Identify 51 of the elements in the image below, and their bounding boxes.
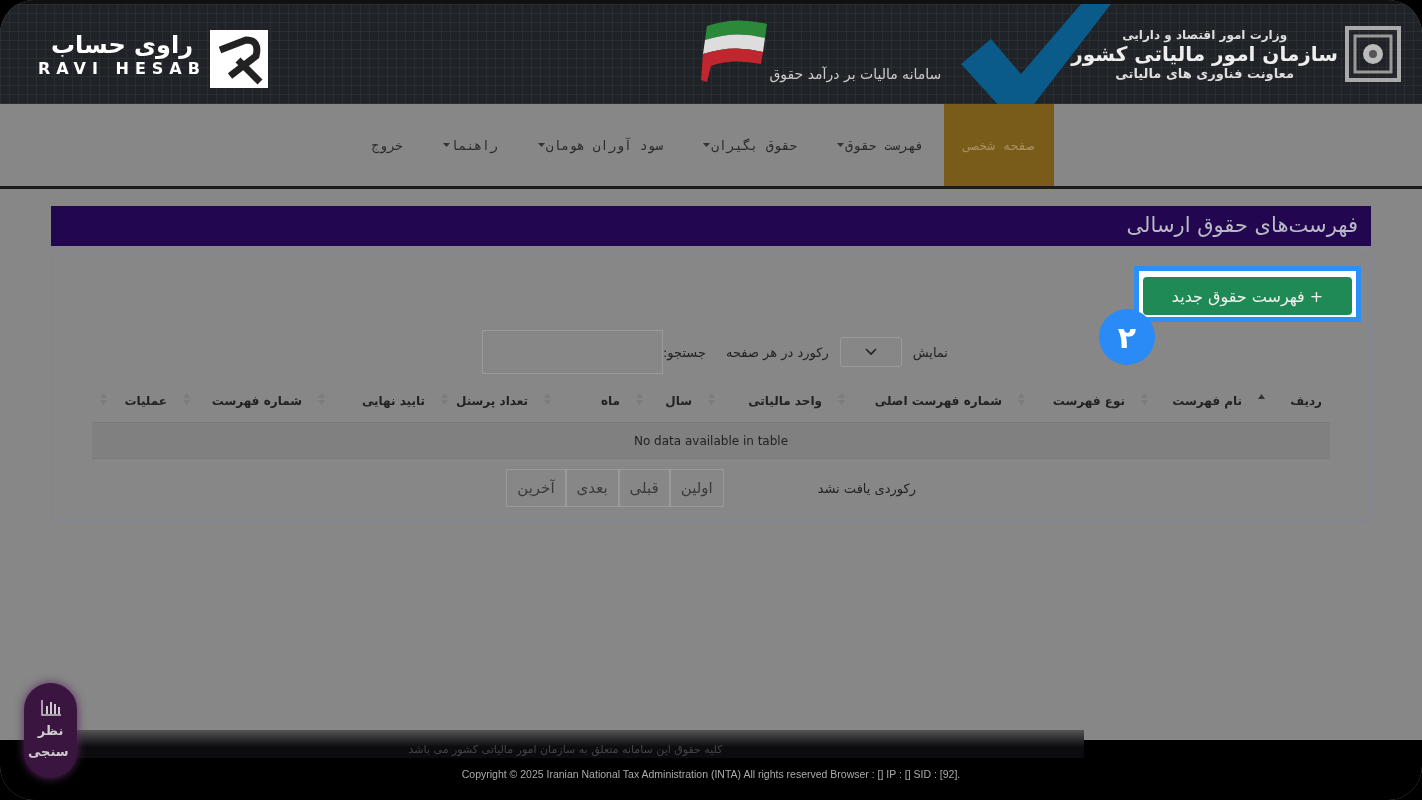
column-label: عملیات [124,394,167,408]
column-label: واحد مالیاتی [748,394,822,408]
column-label: ردیف [1290,394,1322,408]
chevron-down-icon [864,348,877,356]
records-info: رکوردی یافت نشد [817,480,916,496]
copyright-text: Copyright © 2025 Iranian National Tax Administration (INTA) All rights reserved Browser : [] IP : [] SID : [92]. [461,768,961,780]
search-label: جستجو: [662,344,706,360]
label: نمایش [912,344,948,360]
column-header[interactable]: ماه [536,380,628,422]
page-button[interactable]: قبلی [618,469,670,507]
step-badge: ۲ [1099,309,1155,365]
column-label: نوع فهرست [1052,394,1125,408]
column-header[interactable]: نوع فهرست [1010,380,1133,422]
ministry-name: وزارت امور اقتصاد و دارایی [1122,27,1288,42]
column-label: سال [665,394,692,408]
column-label: نام فهرست [1172,394,1242,408]
deputy-name: معاونت فناوری های مالیاتی [1115,65,1294,81]
column-label: شماره فهرست [211,394,302,408]
empty-message: No data available in table [633,433,789,448]
nav-item[interactable]: خروج [351,104,423,186]
nav-item[interactable]: سود آوران هومان [517,104,684,186]
page-button[interactable]: اولین [669,469,724,507]
logo-icon [209,30,268,88]
column-header[interactable]: شماره فهرست اصلی [830,380,1010,422]
brand-logo-text: راوی حساب [50,30,194,59]
column-label: شماره فهرست اصلی [874,394,1002,408]
column-label: تایید نهایی [361,394,425,408]
column-header[interactable]: واحد مالیاتی [700,380,830,422]
survey-button[interactable]: نظر سنجی [24,683,77,778]
column-header[interactable]: نام فهرست [1133,380,1250,422]
system-title: سامانه مالیات بر درآمد حقوق [769,66,942,82]
column-header[interactable]: شماره فهرست [175,380,310,422]
column-header[interactable]: تایید نهایی [310,380,433,422]
column-header[interactable]: عملیات [92,380,175,422]
page-length-select[interactable] [839,337,902,367]
new-list-button[interactable]: + فهرست حقوق جدید [1143,277,1352,315]
emblem-icon [1344,25,1402,83]
nav-item[interactable]: فهرست حقوق [817,104,944,186]
column-header[interactable]: سال [628,380,700,422]
nav-item[interactable]: راهنما [422,104,518,186]
bar-chart-icon [40,699,61,716]
column-label: تعداد پرسنل [455,394,528,408]
brand-name: RAVI HESAB [38,58,206,78]
label: رکورد در هر صفحه [726,344,829,360]
column-header[interactable]: تعداد پرسنل [433,380,536,422]
column-header[interactable]: ردیف [1250,380,1330,422]
page-button[interactable]: آخرین [506,469,566,507]
nav-item[interactable]: حقوق بگیران [683,104,818,186]
column-label: ماه [600,394,620,408]
page-title: فهرست‌های حقوق ارسالی [51,206,1371,246]
page-button[interactable]: بعدی [565,469,619,507]
